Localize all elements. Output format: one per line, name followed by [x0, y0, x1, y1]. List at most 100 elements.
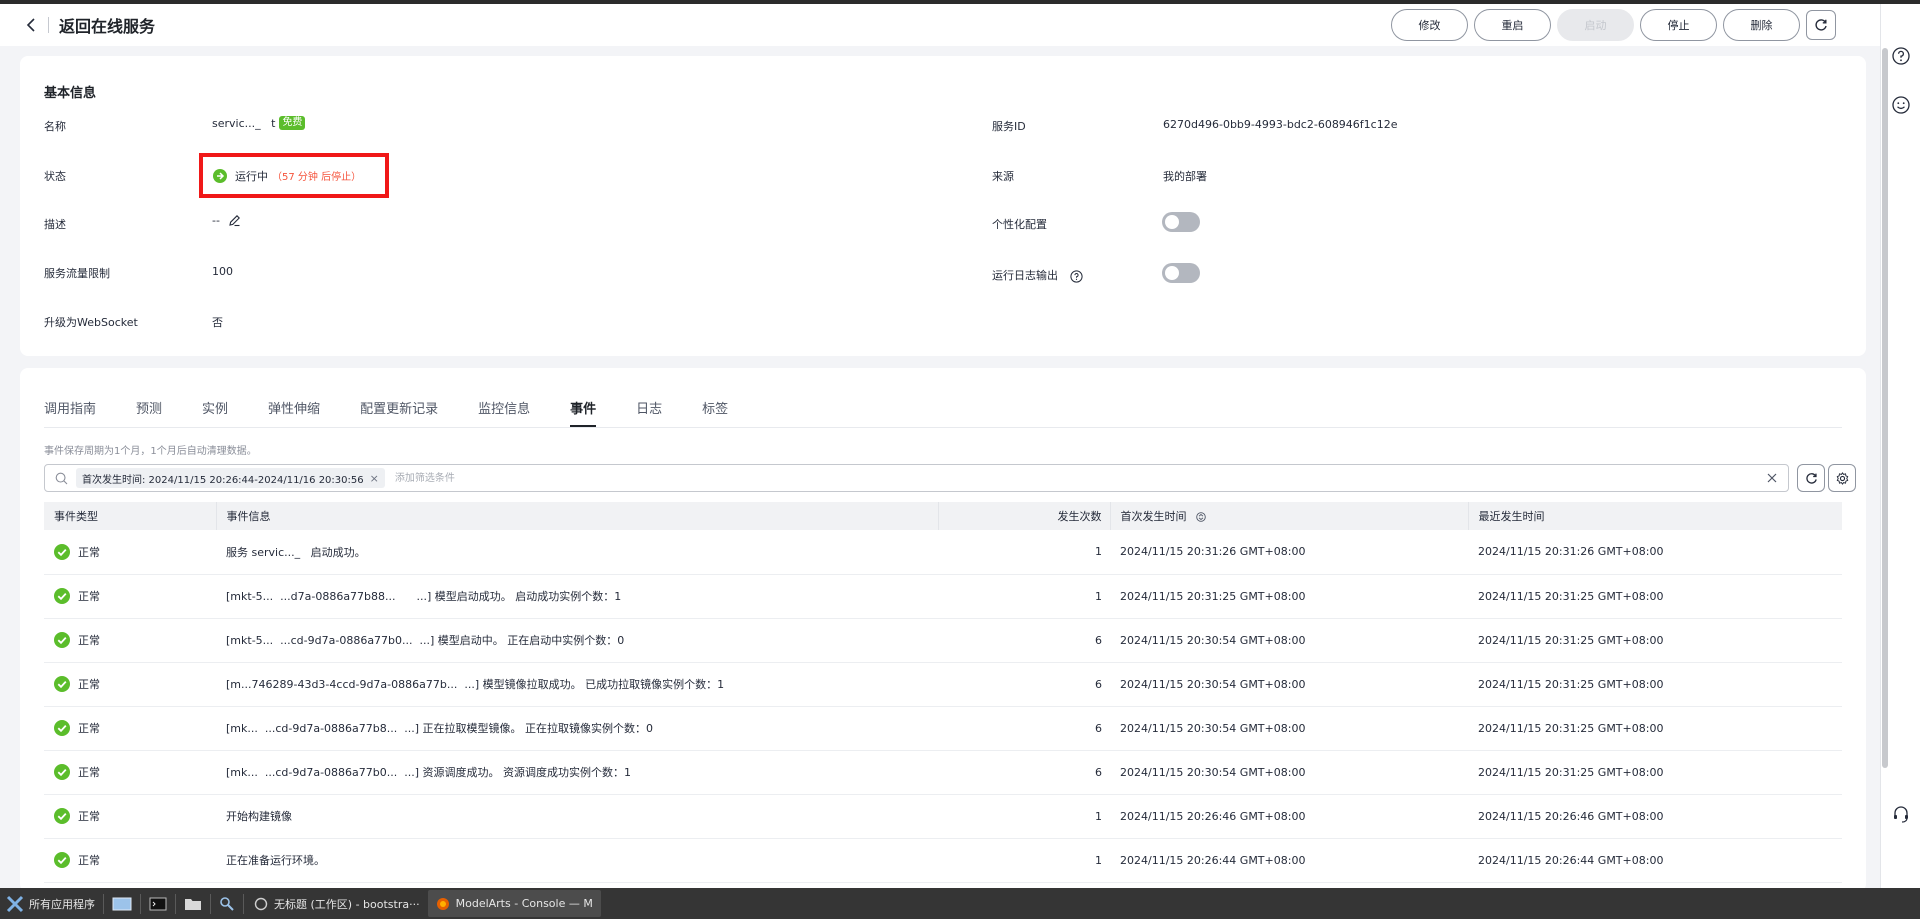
detail-tabs: 调用指南 预测 实例 弹性伸缩 配置更新记录 监控信息 事件 日志 标签 [44, 398, 768, 427]
page-scrollbar[interactable] [1882, 48, 1888, 768]
basic-info-title: 基本信息 [44, 86, 97, 101]
column-event-type: 事件类型 [44, 502, 217, 530]
event-first-time-cell: 2024/11/15 20:30:54 GMT+08:00 [1110, 618, 1468, 663]
check-circle-icon [54, 852, 70, 868]
events-table: 事件类型 事件信息 发生次数 首次发生时间 最近发生时间 正常 服务 servic… [44, 502, 1842, 883]
check-circle-icon [54, 588, 70, 604]
tab-logs[interactable]: 日志 [636, 398, 662, 427]
filter-input[interactable] [394, 468, 1766, 488]
close-icon[interactable]: × [370, 472, 379, 485]
event-count-cell: 6 [938, 662, 1110, 707]
status-label: 状态 [44, 170, 66, 183]
pencil-icon[interactable] [228, 214, 241, 227]
headset-icon[interactable] [1891, 804, 1911, 824]
smile-icon[interactable] [1891, 95, 1911, 115]
event-count-cell: 1 [938, 794, 1110, 839]
editor-icon [254, 897, 268, 910]
tab-autoscaling[interactable]: 弹性伸缩 [268, 398, 320, 427]
tab-events[interactable]: 事件 [570, 398, 597, 427]
column-first-time[interactable]: 首次发生时间 [1110, 502, 1469, 530]
column-last-time: 最近发生时间 [1468, 502, 1842, 530]
service-id-label: 服务ID [992, 120, 1026, 133]
events-settings-button[interactable] [1828, 464, 1856, 492]
websocket-value: 否 [212, 316, 223, 329]
taskbar-divider [175, 893, 176, 914]
stop-button[interactable]: 停止 [1640, 9, 1717, 41]
event-type-cell: 正常 [44, 794, 216, 839]
table-row: 正常 正在准备运行环境。 1 2024/11/15 20:26:44 GMT+08:0… [44, 838, 1842, 883]
question-circle-icon[interactable] [1891, 46, 1911, 66]
event-count-cell: 1 [938, 530, 1110, 575]
file-manager-launcher[interactable] [178, 888, 208, 919]
tab-monitoring[interactable]: 监控信息 [478, 398, 530, 427]
start-button[interactable]: 启动 [1557, 9, 1634, 41]
show-desktop-button[interactable] [106, 888, 138, 919]
delete-button[interactable]: 删除 [1723, 9, 1800, 41]
chevron-left-icon[interactable] [26, 17, 40, 33]
tab-instances[interactable]: 实例 [202, 398, 228, 427]
event-type-text: 正常 [78, 634, 100, 647]
header-actions: 修改 重启 启动 停止 删除 [1391, 9, 1836, 41]
event-type-cell: 正常 [44, 838, 216, 883]
table-row: 正常 开始构建镜像 1 2024/11/15 20:26:46 GMT+08:00 20… [44, 794, 1842, 839]
event-info-cell: 开始构建镜像 [216, 794, 938, 839]
run-log-toggle[interactable] [1162, 263, 1200, 283]
event-info-cell: 正在准备运行环境。 [216, 838, 938, 883]
status-highlight-box: 运行中 （57 分钟 后停止） [199, 153, 389, 198]
terminal-launcher[interactable] [143, 888, 173, 919]
event-type-cell: 正常 [44, 618, 216, 663]
modify-button[interactable]: 修改 [1391, 9, 1468, 41]
tab-call-guide[interactable]: 调用指南 [44, 398, 96, 427]
event-count-cell: 6 [938, 706, 1110, 751]
check-circle-icon [54, 720, 70, 736]
events-refresh-button[interactable] [1797, 464, 1825, 492]
tab-config-history[interactable]: 配置更新记录 [360, 398, 438, 427]
free-tag: 免费 [279, 116, 306, 130]
event-last-time-cell: 2024/11/15 20:26:44 GMT+08:00 [1468, 838, 1842, 883]
source-label: 来源 [992, 170, 1014, 183]
taskbar-divider [243, 893, 244, 914]
personalization-label: 个性化配置 [992, 218, 1047, 231]
apps-menu-button[interactable]: 所有应用程序 [0, 888, 101, 919]
taskbar-window-vscode[interactable]: 无标题 (工作区) - bootstra··· [246, 890, 428, 917]
source-value: 我的部署 [1163, 170, 1207, 183]
personalization-toggle[interactable] [1162, 212, 1200, 232]
table-row: 正常 [mk... ...cd-9d7a-0886a77b0... ...] 资源… [44, 750, 1842, 795]
table-row: 正常 服务 servic..._ 启动成功。 1 2024/11/15 20:31:2… [44, 530, 1842, 575]
close-icon[interactable] [1766, 472, 1778, 484]
question-circle-icon[interactable] [1069, 269, 1083, 283]
table-header-row: 事件类型 事件信息 发生次数 首次发生时间 最近发生时间 [44, 502, 1842, 530]
sort-icon[interactable] [1196, 512, 1206, 522]
refresh-button[interactable] [1806, 10, 1836, 40]
firefox-icon [436, 897, 449, 910]
event-filter-bar[interactable]: 首次发生时间: 2024/11/15 20:26:44-2024/11/16 2… [44, 464, 1789, 492]
taskbar-window-firefox[interactable]: ModelArts - Console — M [427, 890, 601, 917]
description-text: -- [212, 214, 220, 227]
column-event-info: 事件信息 [216, 502, 939, 530]
restart-button[interactable]: 重启 [1474, 9, 1551, 41]
description-label: 描述 [44, 218, 66, 231]
table-row: 正常 [mkt-5... ...d7a-0886a77b88... ...] 模型… [44, 574, 1842, 619]
event-first-time-cell: 2024/11/15 20:26:44 GMT+08:00 [1110, 838, 1468, 883]
event-last-time-cell: 2024/11/15 20:31:26 GMT+08:00 [1468, 530, 1842, 575]
tab-tags[interactable]: 标签 [702, 398, 728, 427]
network-launcher[interactable] [213, 888, 241, 919]
event-info-cell: [mkt-5... ...cd-9d7a-0886a77b0... ...] 模… [216, 618, 938, 663]
event-info-cell: [mk... ...cd-9d7a-0886a77b8... ...] 正在拉取… [216, 706, 938, 751]
status-value: 运行中 [235, 169, 268, 183]
name-value: servic..._ t 免费 [212, 116, 306, 130]
header-divider [48, 17, 49, 33]
check-circle-icon [54, 808, 70, 824]
tabs-divider [44, 427, 1842, 428]
folder-icon [185, 898, 201, 910]
service-name: servic..._ t [212, 116, 276, 130]
taskbar-window-firefox-label: ModelArts - Console — M [455, 897, 593, 910]
event-type-text: 正常 [78, 854, 100, 867]
event-type-cell: 正常 [44, 750, 216, 795]
event-count-cell: 1 [938, 574, 1110, 619]
tab-predict[interactable]: 预测 [136, 398, 162, 427]
desktop-icon [112, 897, 132, 910]
page-title[interactable]: 返回在线服务 [59, 13, 155, 37]
run-log-label: 运行日志输出 [992, 267, 1083, 283]
column-first-time-label: 首次发生时间 [1120, 510, 1187, 523]
